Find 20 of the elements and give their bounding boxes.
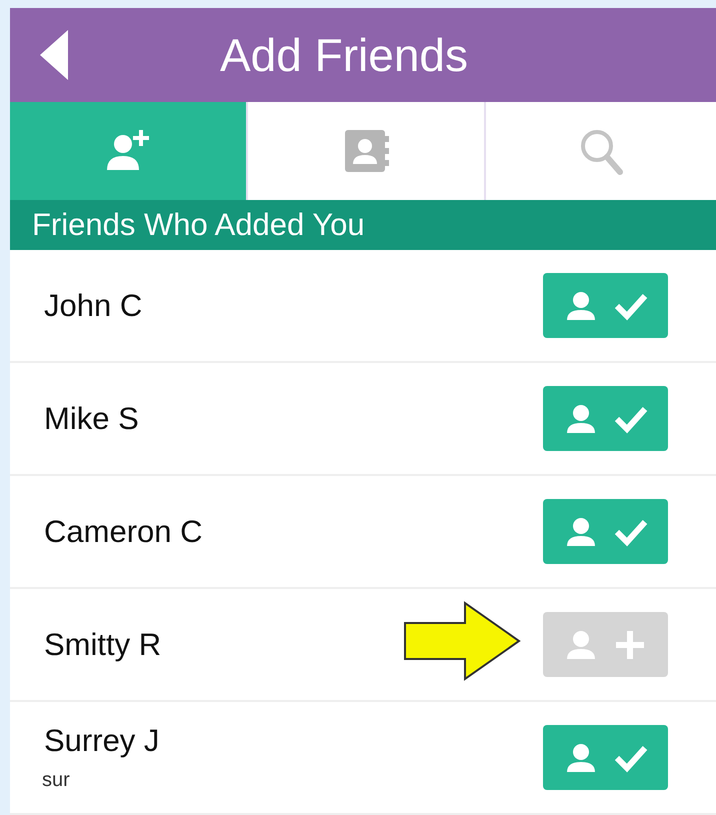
friend-row[interactable]: Surrey J sur: [10, 702, 716, 815]
screen-title: Add Friends: [220, 28, 468, 82]
friend-row[interactable]: John C: [10, 250, 716, 363]
added-friend-button[interactable]: [543, 499, 668, 564]
friend-name: Mike S: [44, 400, 140, 436]
friend-row[interactable]: Mike S: [10, 363, 716, 476]
friend-name: Smitty R: [44, 626, 162, 662]
friend-name: Surrey J: [44, 723, 160, 759]
section-title: Friends Who Added You: [32, 207, 365, 243]
tab[interactable]: [10, 102, 248, 200]
friend-name: John C: [44, 288, 144, 324]
added-friend-button[interactable]: [543, 273, 668, 338]
friend-username: sur: [42, 769, 71, 792]
added-friend-button[interactable]: [543, 386, 668, 451]
back-icon[interactable]: [40, 30, 70, 80]
add-friend-button[interactable]: [543, 612, 668, 677]
friend-name: Cameron C: [44, 514, 204, 550]
friend-row[interactable]: Smitty R: [10, 589, 716, 702]
added-friend-button[interactable]: [543, 725, 668, 790]
friend-row[interactable]: Cameron C: [10, 476, 716, 589]
